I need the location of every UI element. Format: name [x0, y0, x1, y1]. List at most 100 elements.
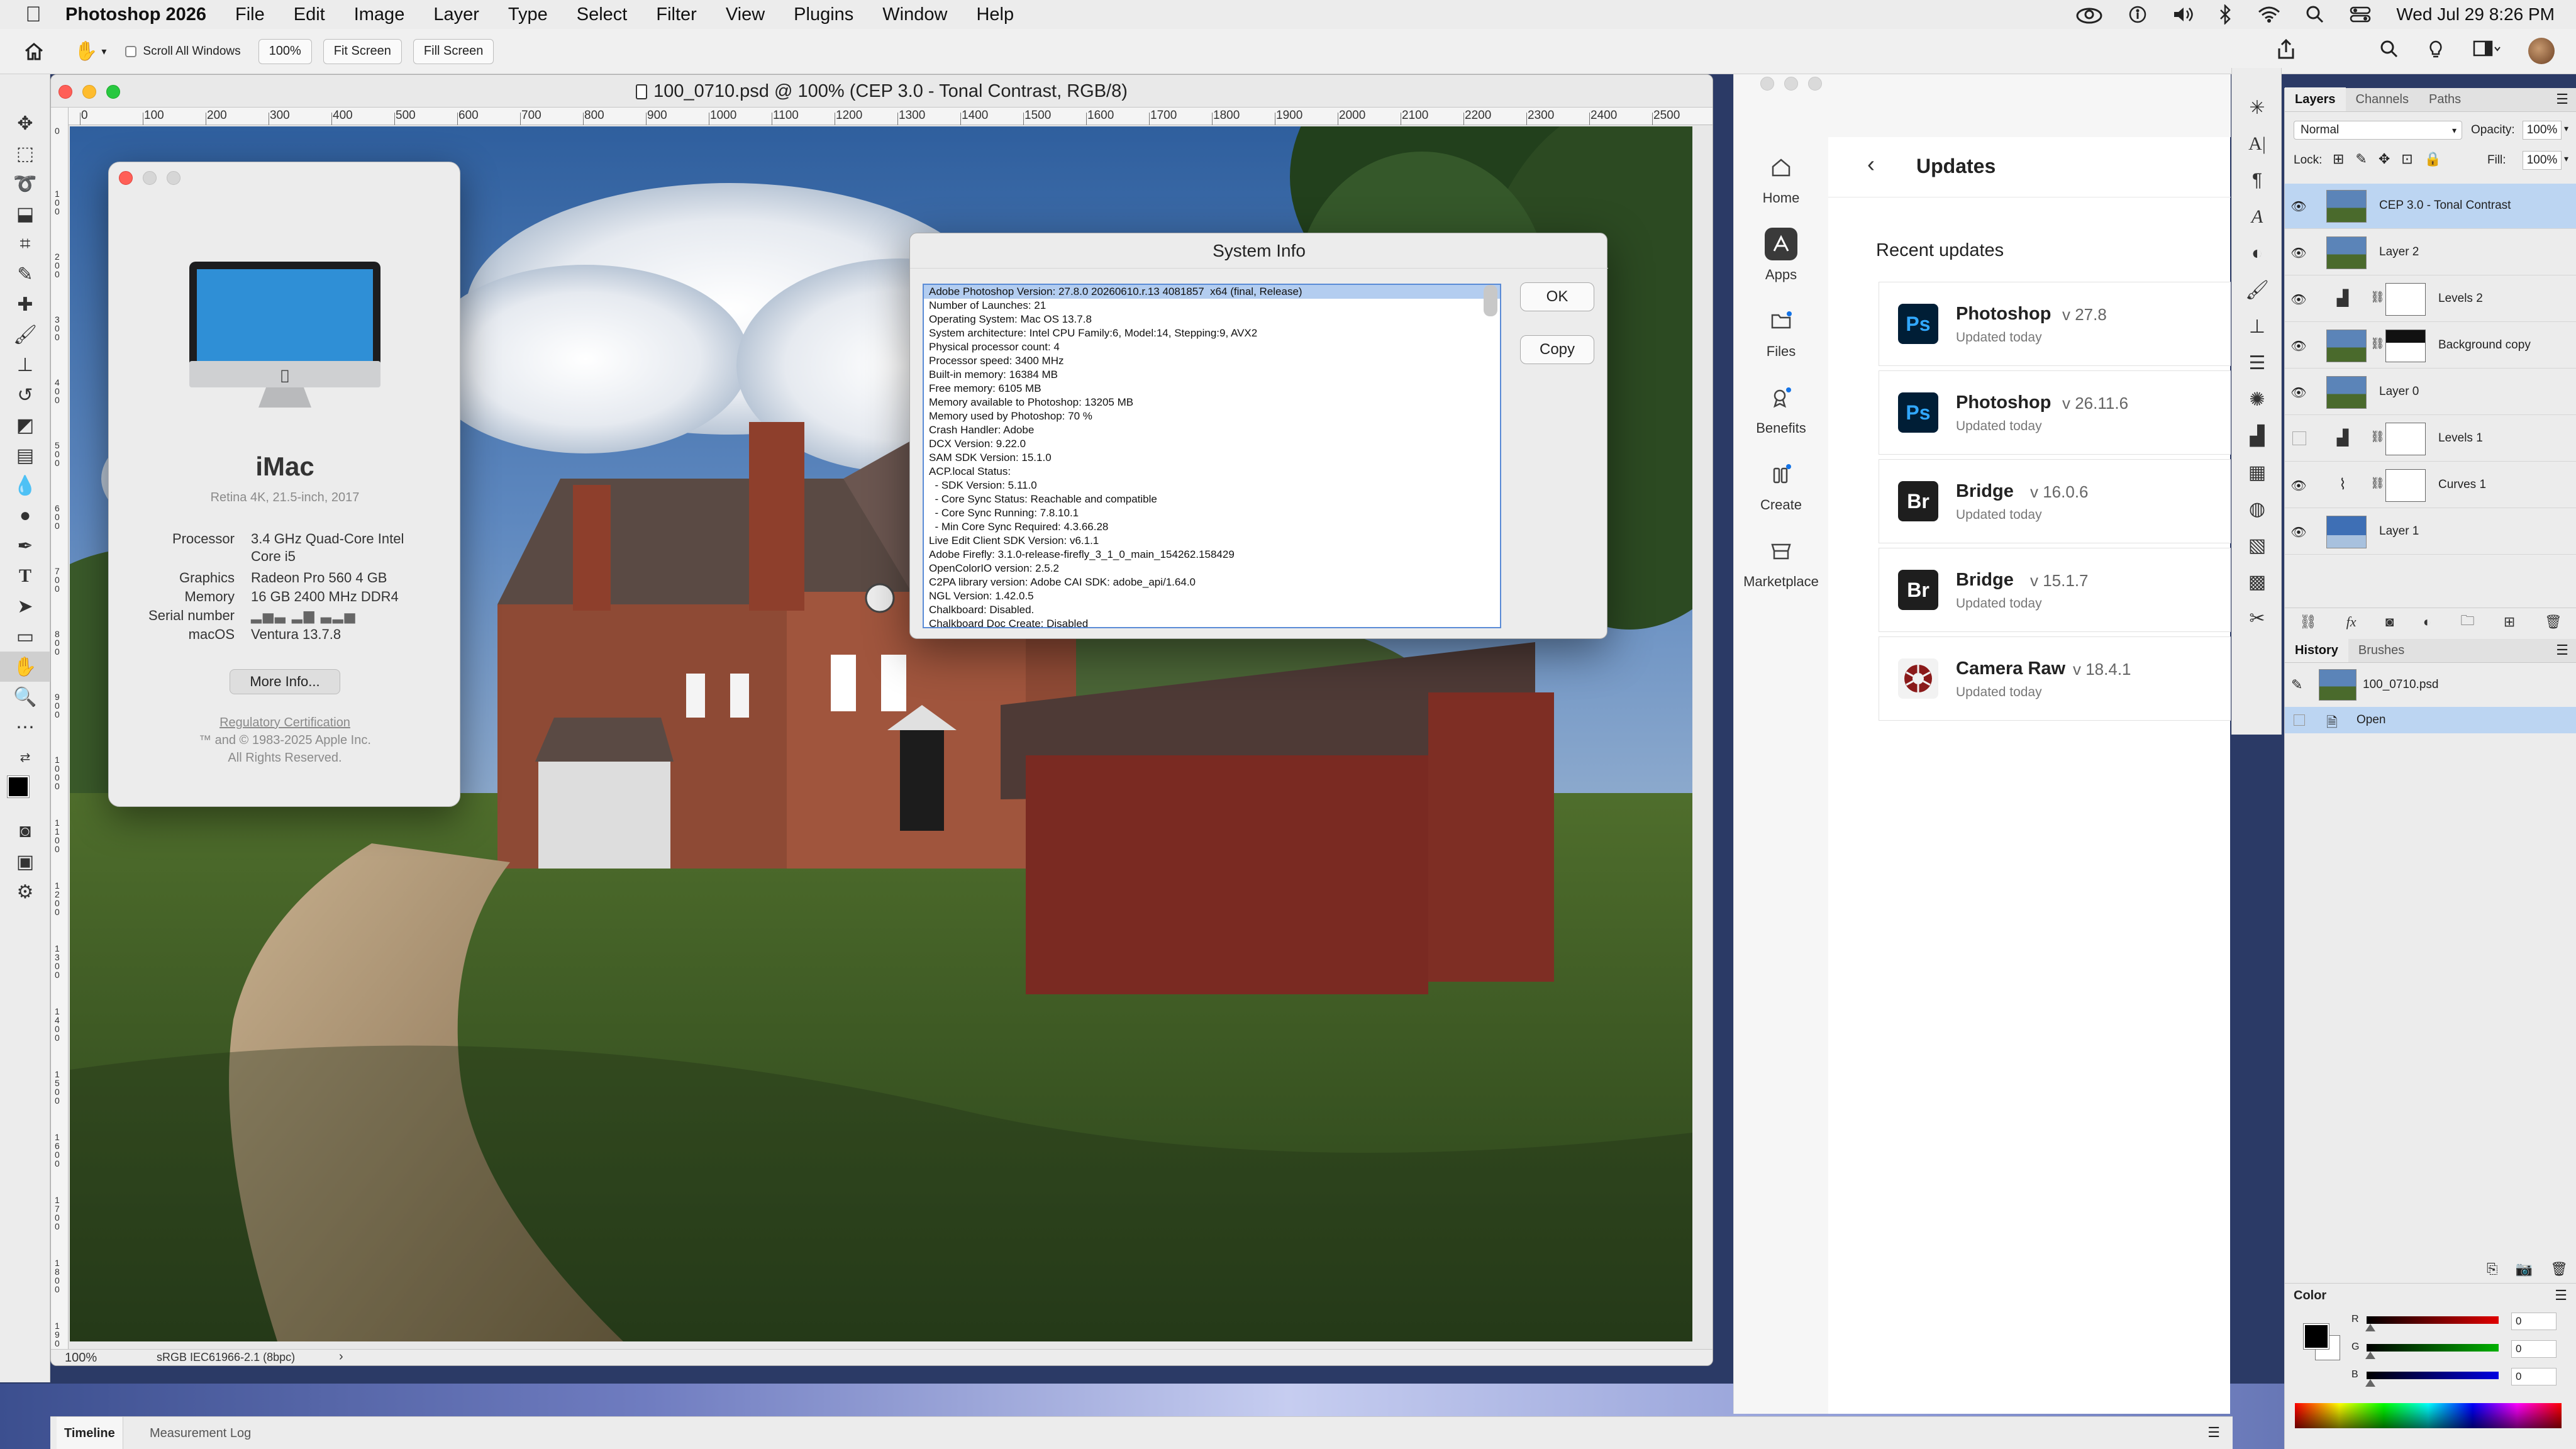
- back-chevron-icon[interactable]: ‹: [1867, 151, 1875, 177]
- chevron-down-icon[interactable]: ▾: [101, 45, 106, 58]
- nav-home[interactable]: Home: [1734, 151, 1828, 206]
- swap-colors-icon[interactable]: ⇄: [0, 742, 50, 772]
- bluetooth-icon[interactable]: [2219, 4, 2233, 25]
- edit-toolbar-icon[interactable]: ⚙: [0, 877, 50, 907]
- tab-history[interactable]: History: [2285, 638, 2348, 662]
- discover-lightbulb-icon[interactable]: [2426, 39, 2445, 63]
- slider-handle-icon[interactable]: [2365, 1324, 2375, 1331]
- fill-field[interactable]: 100%: [2523, 151, 2562, 170]
- menu-select[interactable]: Select: [577, 4, 628, 25]
- wifi-icon[interactable]: [2258, 6, 2280, 23]
- fit-screen-button[interactable]: Fit Screen: [323, 38, 402, 64]
- layer-row[interactable]: 👁 Layer 2: [2285, 230, 2576, 275]
- add-mask-icon[interactable]: ◙: [2385, 614, 2394, 630]
- move-tool-icon[interactable]: ✥: [0, 108, 50, 138]
- zoom-window-button[interactable]: [106, 85, 120, 99]
- layer-row[interactable]: 👁 ⛓ Background copy: [2285, 323, 2576, 369]
- foreground-color-chip[interactable]: [2303, 1323, 2329, 1350]
- eye-icon[interactable]: 👁: [2290, 385, 2307, 400]
- nav-files[interactable]: Files: [1734, 304, 1828, 360]
- mask-link-icon[interactable]: ⛓: [2370, 337, 2385, 350]
- new-adjustment-icon[interactable]: ◐: [2423, 614, 2431, 630]
- clone-stamp-tool-icon[interactable]: ⊥: [0, 350, 50, 380]
- screen-mode-icon[interactable]: ▣: [0, 847, 50, 877]
- type-tool-icon[interactable]: T: [0, 561, 50, 591]
- healing-brush-tool-icon[interactable]: ✚: [0, 289, 50, 319]
- system-info-scrollbar[interactable]: [1484, 285, 1497, 316]
- status-info-arrow-icon[interactable]: ›: [339, 1350, 343, 1364]
- zoom-tool-icon[interactable]: 🔍: [0, 682, 50, 712]
- fill-screen-button[interactable]: Fill Screen: [413, 38, 494, 64]
- color-channel-slider[interactable]: [2367, 1372, 2499, 1379]
- eye-icon[interactable]: 👁: [2290, 525, 2307, 540]
- layer-mask-thumbnail[interactable]: [2385, 469, 2426, 502]
- panel-menu-icon[interactable]: ☰: [2556, 638, 2568, 662]
- close-window-button[interactable]: [58, 85, 72, 99]
- hand-tool-icon[interactable]: ✋: [0, 652, 50, 682]
- dodge-tool-icon[interactable]: ●: [0, 501, 50, 531]
- menu-view[interactable]: View: [726, 4, 765, 25]
- app-update-card[interactable]: Ps Photoshop v 27.8 Updated today: [1879, 282, 2231, 366]
- opacity-field[interactable]: 100%: [2523, 121, 2562, 140]
- copy-button[interactable]: Copy: [1520, 335, 1594, 364]
- layer-row[interactable]: 👁 ⌇ ⛓ Curves 1: [2285, 463, 2576, 508]
- layer-row[interactable]: ▟ ⛓ Levels 1: [2285, 416, 2576, 462]
- about-close-button[interactable]: [119, 171, 133, 185]
- horizontal-ruler[interactable]: 0 100 200 300 400 500 600 700 800 900 1000 1100 1200…: [69, 108, 1713, 125]
- nav-benefits[interactable]: Benefits: [1734, 381, 1828, 436]
- marquee-tool-icon[interactable]: ⬚: [0, 138, 50, 169]
- system-info-text[interactable]: Adobe Photoshop Version: 27.8.0 20260610…: [923, 284, 1501, 628]
- cc-close-button[interactable]: [1760, 77, 1774, 91]
- search-icon[interactable]: [2380, 40, 2399, 62]
- nav-apps[interactable]: Apps: [1734, 228, 1828, 283]
- discover-icon[interactable]: ✳: [2232, 89, 2282, 126]
- color-channel-slider[interactable]: [2367, 1316, 2499, 1324]
- patterns-icon[interactable]: ▩: [2232, 564, 2282, 600]
- panel-menu-icon[interactable]: ☰: [2207, 1424, 2220, 1441]
- styles-icon[interactable]: ◍: [2232, 491, 2282, 527]
- mask-link-icon[interactable]: ⛓: [2370, 477, 2385, 490]
- color-channel-value[interactable]: 0: [2511, 1368, 2557, 1385]
- panel-menu-icon[interactable]: ☰: [2555, 1287, 2567, 1304]
- clone-source-icon[interactable]: ⊥: [2232, 308, 2282, 345]
- adjustments-panel-icon[interactable]: ◐: [2232, 235, 2282, 272]
- zoom-100-button[interactable]: 100%: [258, 38, 312, 64]
- tab-channels[interactable]: Channels: [2346, 87, 2419, 111]
- paragraph-panel-icon[interactable]: ¶: [2232, 162, 2282, 199]
- menu-type[interactable]: Type: [508, 4, 548, 25]
- tab-brushes[interactable]: Brushes: [2348, 638, 2414, 662]
- rectangle-tool-icon[interactable]: ▭: [0, 621, 50, 652]
- histogram-icon[interactable]: ▟: [2232, 418, 2282, 454]
- pen-tool-icon[interactable]: ✒: [0, 531, 50, 561]
- cc-zoom-button[interactable]: [1808, 77, 1822, 91]
- menu-help[interactable]: Help: [976, 4, 1014, 25]
- path-selection-tool-icon[interactable]: ➤: [0, 591, 50, 621]
- hand-tool-preset-icon[interactable]: ✋: [74, 40, 97, 62]
- tab-paths[interactable]: Paths: [2419, 87, 2471, 111]
- menu-file[interactable]: File: [235, 4, 265, 25]
- crop-tool-icon[interactable]: ⌗: [0, 229, 50, 259]
- apple-menu-icon[interactable]: : [24, 3, 43, 27]
- history-snapshot[interactable]: ✎ 100_0710.psd: [2285, 667, 2576, 703]
- mask-link-icon[interactable]: ⛓: [2370, 430, 2385, 443]
- new-document-from-state-icon[interactable]: ⎘: [2487, 1261, 2498, 1277]
- eye-icon[interactable]: 👁: [2290, 338, 2307, 353]
- quick-mask-icon[interactable]: ◙: [0, 816, 50, 847]
- foreground-color-swatch[interactable]: [7, 775, 30, 798]
- panel-menu-icon[interactable]: ☰: [2556, 87, 2568, 111]
- layer-mask-thumbnail[interactable]: [2385, 423, 2426, 455]
- menubar-clock[interactable]: Wed Jul 29 8:26 PM: [2396, 4, 2555, 25]
- accessibility-icon[interactable]: [2128, 5, 2147, 24]
- history-step-checkbox[interactable]: [2294, 714, 2305, 726]
- nav-marketplace[interactable]: Marketplace: [1734, 535, 1828, 590]
- tab-timeline[interactable]: Timeline: [57, 1417, 123, 1449]
- more-info-button[interactable]: More Info...: [230, 669, 340, 694]
- object-selection-tool-icon[interactable]: ⬓: [0, 199, 50, 229]
- eraser-tool-icon[interactable]: ◩: [0, 410, 50, 440]
- opacity-chevron-icon[interactable]: ▾: [2564, 123, 2568, 134]
- properties-panel-icon[interactable]: ☰: [2232, 345, 2282, 381]
- gradient-tool-icon[interactable]: ▤: [0, 440, 50, 470]
- color-swatches[interactable]: [0, 772, 50, 816]
- color-channel-value[interactable]: 0: [2511, 1340, 2557, 1358]
- tab-layers[interactable]: Layers: [2285, 87, 2346, 111]
